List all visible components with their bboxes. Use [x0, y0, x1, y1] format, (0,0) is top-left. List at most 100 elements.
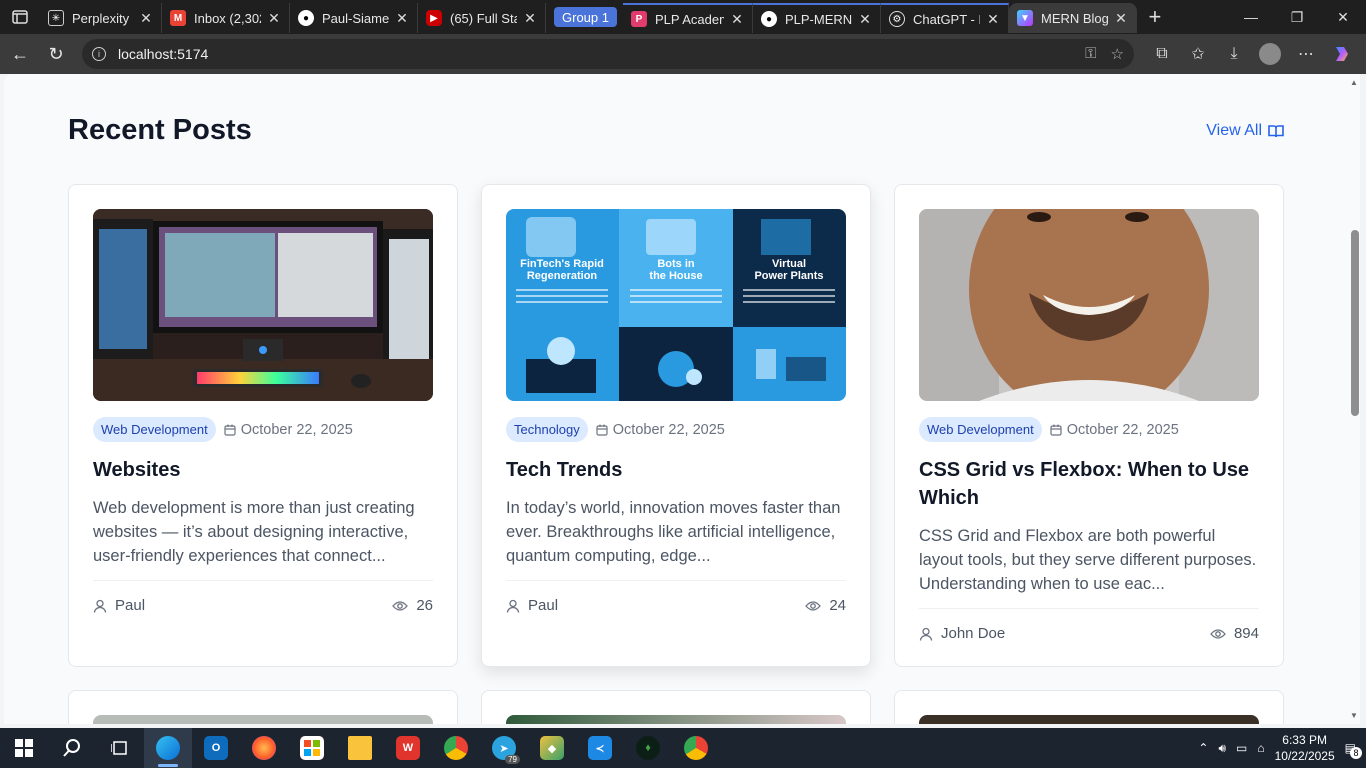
taskbar-outlook[interactable]: O	[192, 728, 240, 768]
post-card-partial[interactable]	[894, 690, 1284, 724]
favorite-star-icon[interactable]: ☆	[1111, 45, 1124, 63]
address-bar[interactable]: i localhost:5174 ⚿ ☆	[82, 39, 1134, 69]
speaker-icon[interactable]: 🔊︎	[1218, 741, 1226, 756]
window-controls: — ❐ ✕	[1228, 0, 1366, 34]
taskbar-wps[interactable]: W	[384, 728, 432, 768]
task-view-button[interactable]	[96, 728, 144, 768]
minimize-icon[interactable]: —	[1228, 0, 1274, 34]
book-open-icon	[1268, 124, 1284, 137]
post-footer: Paul 24	[506, 580, 846, 614]
taskbar-file-explorer[interactable]	[336, 728, 384, 768]
firefox-icon	[252, 736, 276, 760]
post-author: John Doe	[919, 625, 1005, 642]
category-badge[interactable]: Web Development	[93, 417, 216, 442]
tab-github-profile[interactable]: ● Paul-Siameto ✕	[290, 3, 418, 33]
network-icon[interactable]: ⌂	[1257, 741, 1264, 755]
tab-mern-blog[interactable]: ▼ MERN Blog A ✕	[1008, 3, 1137, 33]
tab-plp-academy[interactable]: P PLP Academy ✕	[622, 3, 753, 33]
close-tab-icon[interactable]: ✕	[523, 10, 537, 27]
site-info-icon[interactable]: i	[92, 47, 106, 61]
downloads-icon[interactable]: ⤓	[1216, 36, 1252, 72]
taskbar-mongodb[interactable]: ♦	[624, 728, 672, 768]
post-author: Paul	[506, 597, 558, 614]
clock[interactable]: 6:33 PM 10/22/2025	[1275, 732, 1335, 764]
post-author: Paul	[93, 597, 145, 614]
taskbar-telegram[interactable]: ➤ 79	[480, 728, 528, 768]
gmail-icon: M	[170, 10, 186, 26]
taskbar-vscode[interactable]: ≺	[576, 728, 624, 768]
tab-perplexity[interactable]: ✳ Perplexity ✕	[40, 3, 162, 33]
start-button[interactable]	[0, 728, 48, 768]
taskbar-git[interactable]: ◆	[528, 728, 576, 768]
view-all-link[interactable]: View All	[1206, 122, 1284, 140]
calendar-icon	[224, 424, 236, 436]
tab-chatgpt[interactable]: ⚙ ChatGPT - Fu ✕	[880, 3, 1009, 33]
post-image	[919, 715, 1259, 724]
chrome-icon	[444, 736, 468, 760]
post-views: 26	[392, 597, 433, 614]
infographic-text-vpp-1: Virtual	[772, 258, 806, 270]
scroll-down-arrow[interactable]: ▼	[1350, 711, 1358, 720]
close-tab-icon[interactable]: ✕	[139, 10, 153, 27]
user-icon	[506, 599, 520, 613]
more-menu-icon[interactable]: ⋯	[1288, 36, 1324, 72]
taskbar-edge[interactable]	[144, 728, 192, 768]
tab-title: PLP-MERN-S	[784, 11, 852, 27]
scrollbar-thumb[interactable]	[1351, 230, 1359, 416]
category-badge[interactable]: Web Development	[919, 417, 1042, 442]
show-hidden-icons-icon[interactable]: ⌃	[1198, 741, 1208, 755]
taskbar-store[interactable]	[288, 728, 336, 768]
taskbar-chrome[interactable]	[432, 728, 480, 768]
date-text: October 22, 2025	[1066, 421, 1179, 438]
eye-icon	[392, 600, 409, 611]
taskbar-chrome-profile[interactable]	[672, 728, 720, 768]
page-scrollbar[interactable]: ▲ ▼	[1348, 74, 1360, 724]
tab-title: ChatGPT - Fu	[912, 11, 980, 27]
key-icon[interactable]: ⚿	[1085, 45, 1096, 63]
scroll-up-arrow[interactable]: ▲	[1350, 78, 1358, 87]
back-icon[interactable]: ←	[2, 36, 38, 72]
category-badge[interactable]: Technology	[506, 417, 588, 442]
favorites-icon[interactable]: ✩	[1180, 36, 1216, 72]
browser-tab-strip: ✳ Perplexity ✕ M Inbox (2,302) ✕ ● Paul-…	[0, 0, 1366, 34]
taskbar-firefox[interactable]	[240, 728, 288, 768]
search-icon	[63, 739, 80, 757]
close-tab-icon[interactable]: ✕	[730, 11, 744, 28]
tab-title: Inbox (2,302)	[194, 10, 261, 26]
tab-gmail[interactable]: M Inbox (2,302) ✕	[162, 3, 290, 33]
post-card[interactable]: Web Development October 22, 2025 Website…	[68, 184, 458, 667]
tab-youtube[interactable]: ▶ (65) Full Stac ✕	[418, 3, 546, 33]
post-date: October 22, 2025	[1050, 422, 1179, 438]
date-text: October 22, 2025	[612, 421, 725, 438]
battery-icon[interactable]: ▭	[1236, 741, 1247, 755]
close-tab-icon[interactable]: ✕	[395, 10, 409, 27]
close-tab-icon[interactable]: ✕	[267, 10, 281, 27]
refresh-icon[interactable]: ↻	[38, 36, 74, 72]
close-tab-icon[interactable]: ✕	[858, 11, 872, 28]
post-card-partial[interactable]	[481, 690, 871, 724]
vscode-icon: ≺	[588, 736, 612, 760]
close-tab-icon[interactable]: ✕	[1114, 10, 1128, 27]
close-tab-icon[interactable]: ✕	[986, 11, 1000, 28]
tab-github-repo[interactable]: ● PLP-MERN-S ✕	[752, 3, 881, 33]
post-card[interactable]: FinTech's Rapid Regeneration Bots in the…	[481, 184, 871, 667]
folder-icon	[348, 736, 372, 760]
profile-avatar[interactable]	[1259, 43, 1281, 65]
tab-group-chip[interactable]: Group 1	[554, 7, 617, 27]
post-title[interactable]: Tech Trends	[506, 456, 846, 484]
post-card[interactable]: Web Development October 22, 2025 CSS Gri…	[894, 184, 1284, 667]
restore-icon[interactable]: ❐	[1274, 0, 1320, 34]
tab-title: Paul-Siameto	[322, 10, 389, 26]
post-title[interactable]: CSS Grid vs Flexbox: When to Use Which	[919, 456, 1259, 512]
close-window-icon[interactable]: ✕	[1320, 0, 1366, 34]
post-card-partial[interactable]	[68, 690, 458, 724]
post-title[interactable]: Websites	[93, 456, 433, 484]
new-tab-button[interactable]: +	[1137, 4, 1173, 30]
infographic-text-bots-2: the House	[649, 270, 702, 282]
search-button[interactable]	[48, 728, 96, 768]
post-excerpt: In today’s world, innovation moves faste…	[506, 499, 841, 565]
tab-actions-icon[interactable]	[0, 0, 40, 34]
extensions-icon[interactable]: ⧉	[1144, 36, 1180, 72]
copilot-icon[interactable]	[1324, 36, 1360, 72]
notification-center-icon[interactable]: ▤ 8	[1345, 741, 1362, 759]
